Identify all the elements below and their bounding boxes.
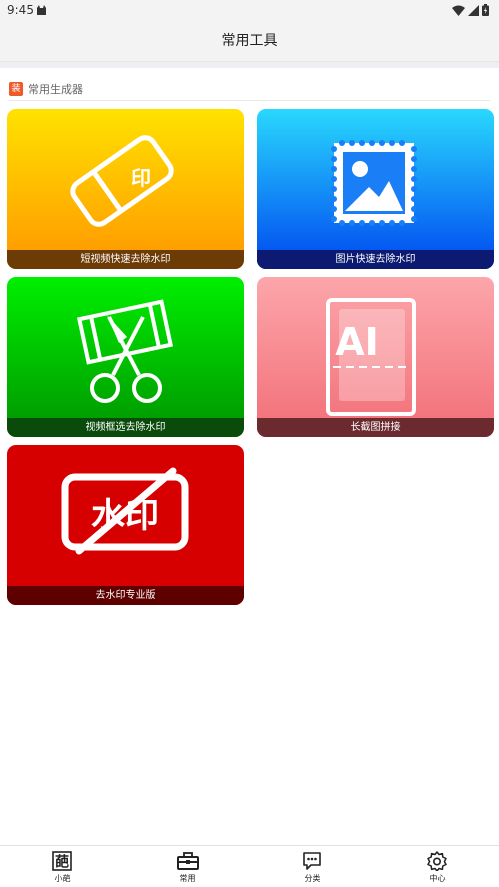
image-stamp-icon xyxy=(331,140,417,226)
battery-icon xyxy=(482,4,489,16)
card-pro-watermark[interactable]: 水印 去水印专业版 xyxy=(7,445,244,605)
card-long-screenshot[interactable]: AI 长截图拼接 xyxy=(257,277,494,437)
status-bar: 9:45 xyxy=(0,0,499,20)
tab-xiaopa[interactable]: 葩 小葩 xyxy=(0,846,125,887)
chat-icon xyxy=(303,852,321,870)
card-short-video-watermark[interactable]: 印 短视频快速去除水印 xyxy=(7,109,244,269)
long-screenshot-icon: AI xyxy=(326,298,416,416)
bottom-tab-bar: 葩 小葩 常用 分类 中心 xyxy=(0,845,499,887)
section-title: 常用生成器 xyxy=(28,83,83,96)
card-video-box-watermark[interactable]: 视频框选去除水印 xyxy=(7,277,244,437)
page-title: 常用工具 xyxy=(221,33,278,49)
section-badge-icon: 装 xyxy=(9,82,23,96)
tab-category[interactable]: 分类 xyxy=(250,846,375,887)
card-4-icon-text: AI xyxy=(335,320,379,364)
section-heading: 装 常用生成器 xyxy=(9,81,83,97)
tab-label: 常用 xyxy=(179,874,196,883)
signal-icon xyxy=(468,4,479,16)
wifi-icon xyxy=(452,5,465,16)
toolbox-icon xyxy=(177,852,199,870)
tab-center[interactable]: 中心 xyxy=(375,846,499,887)
header-gap xyxy=(0,62,499,68)
card-label: 长截图拼接 xyxy=(257,418,494,437)
card-label: 去水印专业版 xyxy=(7,586,244,605)
card-label: 图片快速去除水印 xyxy=(257,250,494,269)
card-label: 短视频快速去除水印 xyxy=(7,250,244,269)
tab-label: 小葩 xyxy=(54,874,71,883)
app-header: 常用工具 xyxy=(0,20,499,62)
eraser-icon: 印 xyxy=(70,135,174,227)
tab-common[interactable]: 常用 xyxy=(125,846,250,887)
card-image-watermark[interactable]: 图片快速去除水印 xyxy=(257,109,494,269)
no-watermark-icon: 水印 xyxy=(61,467,189,555)
tab-label: 分类 xyxy=(304,874,321,883)
card-label: 视频框选去除水印 xyxy=(7,418,244,437)
card-1-icon-text: 印 xyxy=(131,166,151,190)
android-debug-icon xyxy=(37,5,46,15)
section-divider xyxy=(9,100,490,101)
status-time: 9:45 xyxy=(7,3,34,17)
system-icons xyxy=(452,4,489,16)
gear-icon xyxy=(427,851,447,871)
tab-1-icon-text: 葩 xyxy=(55,854,69,871)
film-scissors-icon xyxy=(76,299,174,403)
pa-icon: 葩 xyxy=(52,851,72,871)
tab-label: 中心 xyxy=(429,874,446,883)
